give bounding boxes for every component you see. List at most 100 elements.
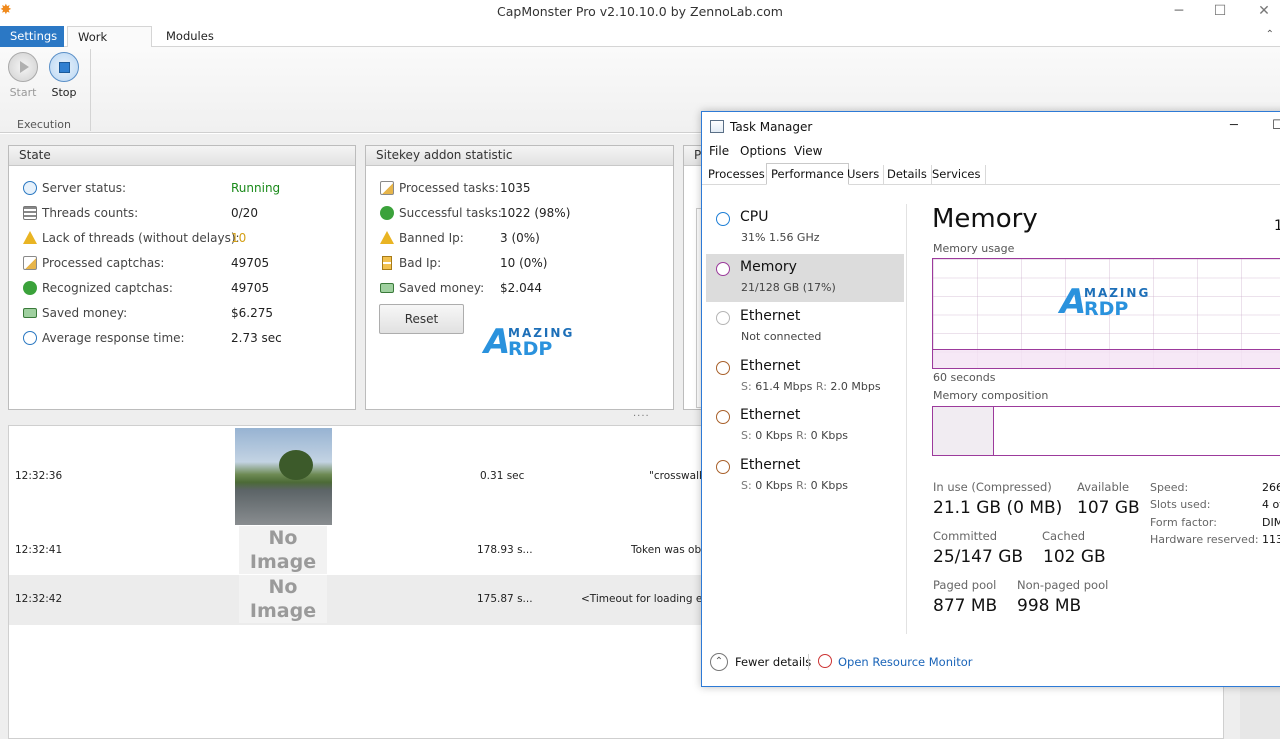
recv-prefix: R: [796,478,808,492]
timer-icon [23,331,37,345]
stat-label: Processed tasks: [399,181,499,195]
stop-icon [49,52,79,82]
minimize-icon[interactable]: ─ [1169,3,1189,21]
stat-label: Average response time: [42,331,185,345]
resource-item-memory[interactable]: Memory 21/128 GB (17%) [706,253,904,302]
edit-icon [23,256,37,270]
app-title: CapMonster Pro v2.10.10.0 by ZennoLab.co… [497,4,783,19]
resource-indicator-icon [716,212,730,226]
task-manager-icon [710,120,724,133]
clock-icon [23,181,37,195]
stat-label: Banned Ip: [399,231,464,245]
task-manager-tabs: Processes Performance Users Details Serv… [702,163,1280,185]
tab-performance[interactable]: Performance [766,163,849,185]
stat-value: 3 (0%) [500,231,540,245]
tm-maximize-icon[interactable]: ☐ [1272,118,1280,133]
memory-heading: Memory [932,204,1038,234]
committed-value: 25/147 GB [933,547,1024,567]
start-button[interactable]: Start [5,52,41,99]
stat-value: 2.73 sec [231,331,282,345]
tab-services[interactable]: Services [928,165,986,185]
state-panel-title: State [9,146,355,166]
form-factor-value: DIM [1262,516,1280,529]
resource-name: Memory [740,258,797,275]
stat-label: Threads counts: [42,206,139,220]
send-prefix: S: [741,379,752,393]
tab-details[interactable]: Details [883,165,932,185]
maximize-icon[interactable]: ☐ [1210,3,1230,21]
memory-usage-fill [933,349,1280,368]
app-title-bar: ✸ CapMonster Pro v2.10.10.0 by ZennoLab.… [0,0,1280,26]
log-duration: 178.93 s... [477,544,533,556]
resource-monitor-icon [818,654,832,668]
reset-button[interactable]: Reset [379,304,464,334]
menu-options[interactable]: Options [740,144,786,158]
memory-composition-in-use [933,407,994,455]
tab-settings[interactable]: Settings [0,26,64,47]
splitter-handle[interactable]: ···· [633,411,650,422]
no-image-placeholder: No Image [239,526,327,574]
form-factor-label: Form factor: [1150,516,1217,529]
resource-subtitle: 31% 1.56 GHz [741,231,820,244]
send-rate: 61.4 Mbps [755,379,813,393]
resource-item-ethernet[interactable]: Ethernet S: 0 Kbps R: 0 Kbps [706,402,904,450]
resource-subtitle: S: 61.4 Mbps R: 2.0 Mbps [741,380,881,393]
stat-value: 1022 (98%) [500,206,571,220]
task-manager-window: Task Manager ─ ☐ File Options View Proce… [701,111,1280,687]
task-manager-menu: File Options View [702,142,1280,162]
stat-label: Successful tasks: [399,206,502,220]
footer-separator [808,654,809,670]
stat-label: Processed captchas: [42,256,165,270]
in-use-value: 21.1 GB (0 MB) [933,498,1063,518]
available-value: 107 GB [1077,498,1140,518]
ribbon-collapse-icon[interactable]: ⌃ [1266,29,1274,40]
menu-view[interactable]: View [794,144,822,158]
resource-name: Ethernet [740,357,801,374]
recv-prefix: R: [796,429,808,442]
memory-composition-bar [932,406,1280,456]
tab-work-process[interactable]: Work process [67,26,152,64]
tab-users[interactable]: Users [843,165,885,185]
log-duration: 0.31 sec [480,470,525,482]
state-panel: State Server status: Running Threads count… [8,145,356,410]
log-time: 12:32:36 [15,470,63,482]
send-rate: 0 Kbps [755,478,793,492]
tm-minimize-icon[interactable]: ─ [1230,118,1238,133]
stat-label: Server status: [42,181,127,195]
recv-rate: 0 Kbps [810,478,849,492]
memory-total: 1 [1274,218,1280,234]
table-row[interactable]: 12:32:36 0.31 sec "crosswalks [9,426,711,526]
tab-modules-base[interactable]: Modules base [156,26,246,63]
check-icon [380,206,394,220]
resource-item-ethernet[interactable]: Ethernet S: 0 Kbps R: 0 Kbps [706,452,904,500]
resource-subtitle: S: 0 Kbps R: 0 Kbps [741,429,848,442]
graph-time-label: 60 seconds [933,371,996,384]
ribbon-tabs: Settings Work process Modules base [0,26,1280,64]
non-paged-pool-label: Non-paged pool [1017,578,1109,592]
open-resource-monitor-link[interactable]: Open Resource Monitor [838,655,972,669]
paged-pool-label: Paged pool [933,578,997,592]
close-icon[interactable]: ✕ [1254,3,1274,21]
table-row[interactable]: 12:32:42 No Image 175.87 s... <Timeout fo… [9,575,722,625]
resource-item-ethernet[interactable]: Ethernet S: 61.4 Mbps R: 2.0 Mbps [706,353,904,401]
chevron-up-icon[interactable]: ⌃ [710,653,728,671]
cached-value: 102 GB [1043,547,1106,567]
cached-label: Cached [1042,529,1086,543]
stop-button[interactable]: Stop [46,52,82,99]
memory-usage-label: Memory usage [933,242,1015,255]
resource-item-ethernet[interactable]: Ethernet Not connected [706,303,904,351]
resource-indicator-icon [716,360,730,375]
tab-processes[interactable]: Processes [704,165,770,185]
hourglass-icon [382,256,392,270]
menu-file[interactable]: File [709,144,729,158]
table-row[interactable]: 12:32:41 No Image 178.93 s... Token was o… [9,526,712,576]
resource-item-cpu[interactable]: CPU 31% 1.56 GHz [706,204,904,252]
resource-indicator-icon [716,410,730,424]
stat-label: Saved money: [399,281,485,295]
resource-indicator-icon [716,261,730,276]
recv-rate: 0 Kbps [810,429,849,442]
stat-label: Lack of threads (without delays): [42,231,240,245]
stat-value: 49705 [231,281,270,295]
warning-icon [23,231,37,244]
fewer-details-link[interactable]: Fewer details [735,655,811,669]
